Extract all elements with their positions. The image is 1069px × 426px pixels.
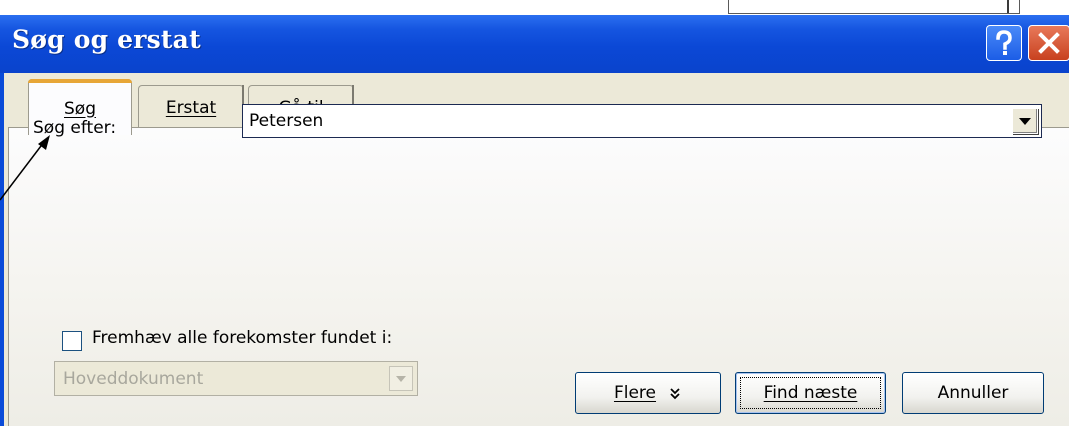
close-button[interactable]: [1028, 25, 1069, 61]
cancel-button[interactable]: Annuller: [902, 372, 1044, 414]
tab-replace[interactable]: Erstat: [138, 85, 244, 129]
search-dropdown-button[interactable]: [1012, 108, 1038, 134]
find-next-button[interactable]: Find næste: [735, 372, 886, 414]
search-input-value: Petersen: [249, 111, 324, 131]
chevron-down-icon: [396, 375, 406, 382]
highlight-checkbox[interactable]: [62, 331, 82, 351]
chevron-down-icon: [1019, 117, 1031, 125]
help-button[interactable]: [986, 25, 1022, 61]
background-input-divider: [1007, 0, 1009, 13]
highlight-scope-select: Hoveddokument: [54, 361, 418, 396]
find-replace-dialog: Søg og erstat Søg Erstat Gå til Søg efte…: [0, 15, 1069, 426]
more-button-label: Flere: [613, 383, 657, 403]
search-input[interactable]: Petersen: [242, 104, 1042, 138]
highlight-scope-value: Hoveddokument: [63, 369, 204, 389]
highlight-checkbox-label[interactable]: Fremhæv alle forekomster fundet i:: [92, 328, 392, 348]
tab-search-label: Søg: [64, 98, 96, 119]
dialog-title: Søg og erstat: [12, 25, 201, 54]
background-input-box: [728, 0, 1020, 14]
tab-replace-label: Erstat: [165, 97, 217, 118]
cancel-button-label: Annuller: [937, 383, 1009, 403]
double-chevron-down-icon: [670, 388, 680, 400]
help-icon: [996, 30, 1012, 55]
title-bar[interactable]: Søg og erstat: [0, 15, 1069, 73]
close-icon: [1038, 32, 1060, 54]
focus-rectangle: [740, 377, 881, 409]
more-button[interactable]: Flere: [575, 372, 721, 414]
highlight-scope-dropdown-button: [389, 366, 413, 391]
search-label: Søg efter:: [33, 118, 117, 138]
